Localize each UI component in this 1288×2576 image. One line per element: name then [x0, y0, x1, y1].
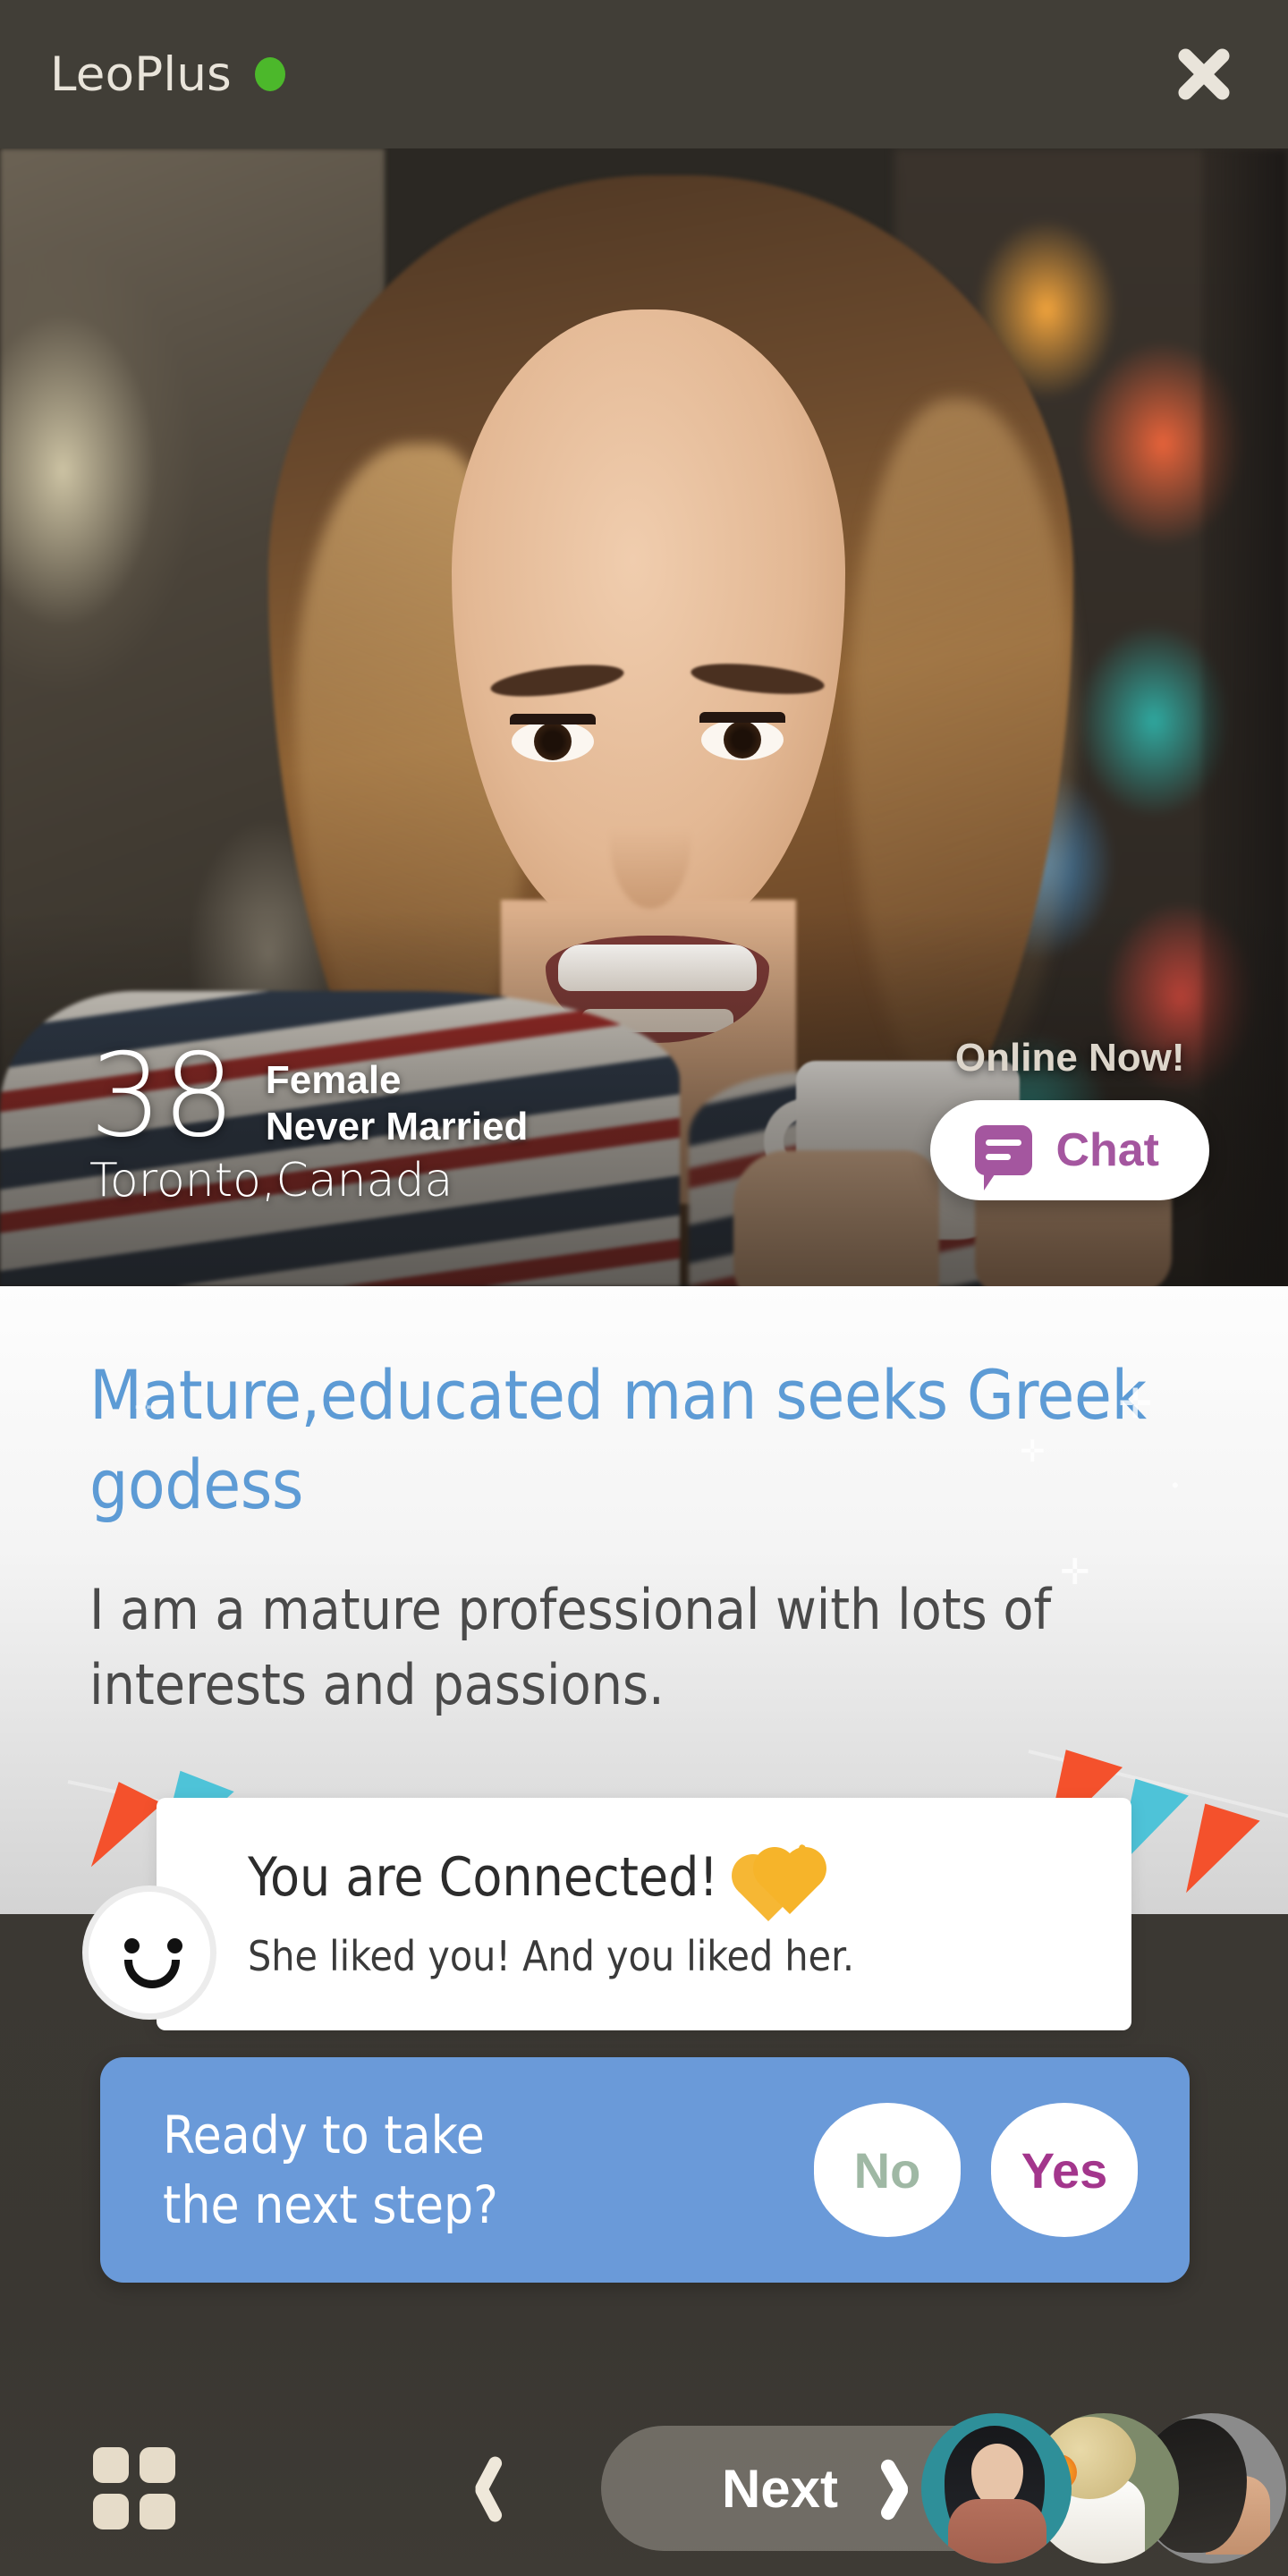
- profile-age: 38: [89, 1030, 235, 1163]
- grid-cell-3: [93, 2494, 129, 2529]
- subject-lash-right: [699, 712, 785, 723]
- connected-title-row: You are Connected!: [248, 1843, 1131, 1921]
- bunting-flag-orange-left: [90, 1782, 165, 1882]
- connected-subtitle: She liked you! And you liked her.: [248, 1932, 855, 1980]
- profile-summary: 38 Female Never Married Toronto,Canada: [89, 1030, 528, 1208]
- prompt-question: Ready to take the next step?: [163, 2100, 814, 2240]
- profile-meta: Female Never Married: [266, 1048, 528, 1150]
- next-button-label: Next: [721, 2458, 839, 2519]
- subject-nose: [610, 775, 691, 909]
- grid-cell-1: [93, 2447, 129, 2483]
- chat-bubble-line-1: [986, 1140, 1022, 1146]
- profile-age-row: 38 Female Never Married: [89, 1030, 528, 1163]
- bunting-flag-orange-right-2: [1186, 1803, 1261, 1905]
- next-step-prompt: Ready to take the next step? No Yes: [100, 2057, 1190, 2283]
- avatar-stack: [921, 2413, 1288, 2563]
- online-block: Online Now! Chat: [930, 1036, 1209, 1200]
- avatar[interactable]: [921, 2413, 1072, 2563]
- sparkle-icon-2: ✛: [1118, 1380, 1153, 1427]
- profile-location: Toronto,Canada: [89, 1154, 453, 1208]
- heart-sparkle-3: [811, 1871, 823, 1883]
- two-hearts-icon: [738, 1843, 823, 1921]
- prompt-question-line-1: Ready to take: [163, 2105, 485, 2165]
- subject-iris-left: [534, 723, 572, 760]
- prompt-actions: No Yes: [814, 2103, 1138, 2237]
- grid-cell-4: [140, 2494, 175, 2529]
- app-screen: LeoPlus 38 Female Never Married Toronto,…: [0, 0, 1288, 2576]
- subject-iris-right: [724, 721, 761, 758]
- smiley-face-icon: [82, 1885, 216, 2020]
- online-now-label: Online Now!: [954, 1036, 1185, 1080]
- grid-cell-2: [140, 2447, 175, 2483]
- close-icon[interactable]: [1161, 31, 1247, 117]
- avatar-body: [948, 2499, 1046, 2563]
- no-button[interactable]: No: [814, 2103, 961, 2237]
- sparkle-icon-4: •: [1172, 1474, 1179, 1496]
- smiley-eye-left: [124, 1938, 140, 1953]
- app-header: LeoPlus: [0, 0, 1288, 148]
- subject-eye-left: [512, 721, 594, 762]
- chat-button-label: Chat: [1055, 1124, 1159, 1176]
- grid-view-icon[interactable]: [93, 2447, 175, 2529]
- prompt-question-line-2: the next step?: [163, 2174, 498, 2235]
- smiley-mouth: [124, 1960, 180, 1988]
- subject-lash-left: [510, 714, 596, 724]
- profile-photo[interactable]: 38 Female Never Married Toronto,Canada O…: [0, 148, 1288, 1286]
- smiley-eye-right: [167, 1938, 182, 1953]
- chat-bubble-line-2: [986, 1154, 1012, 1160]
- connected-title: You are Connected!: [248, 1846, 718, 1909]
- avatar-face: [971, 2444, 1023, 2506]
- subject-eye-right: [701, 719, 784, 760]
- profile-bio: I am a mature professional with lots of …: [89, 1577, 1052, 1717]
- sparkle-icon-1: ✛: [1020, 1435, 1046, 1469]
- chevron-left-icon[interactable]: [462, 2453, 503, 2522]
- chat-button[interactable]: Chat: [930, 1100, 1209, 1200]
- sparkle-icon-3: ✛: [1060, 1553, 1090, 1592]
- yes-button[interactable]: Yes: [991, 2103, 1138, 2237]
- app-title: LeoPlus: [50, 47, 232, 102]
- profile-gender: Female: [265, 1058, 402, 1102]
- sparkle-icon-5: ✛: [134, 1394, 157, 1423]
- chat-bubble-icon: [975, 1125, 1033, 1191]
- bottom-navigation: Next: [0, 2397, 1288, 2576]
- profile-marital-status: Never Married: [265, 1105, 529, 1148]
- online-status-dot: [254, 57, 285, 91]
- connected-notification-card: You are Connected! She liked you! And yo…: [157, 1798, 1131, 2030]
- brand-block: LeoPlus: [50, 47, 285, 102]
